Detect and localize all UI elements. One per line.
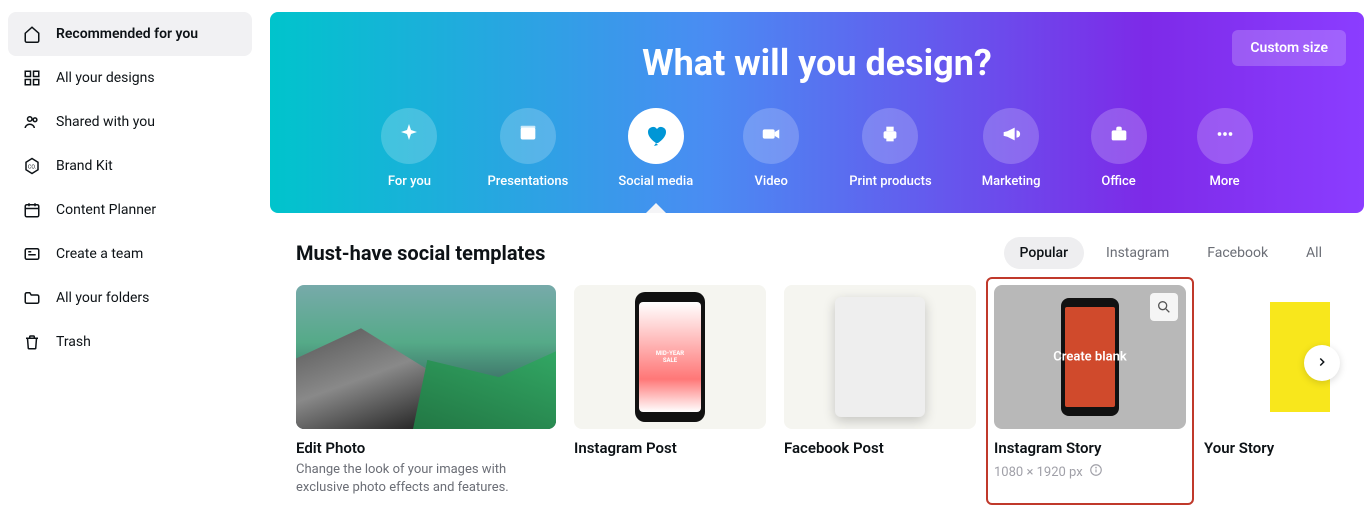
sidebar-item-designs[interactable]: All your designs <box>8 56 252 100</box>
category-label: Marketing <box>982 174 1041 189</box>
template-thumbnail <box>784 285 976 429</box>
people-icon <box>22 112 42 132</box>
video-icon <box>760 123 782 149</box>
template-thumbnail: MID-YEARSALE <box>574 285 766 429</box>
category-label: Social media <box>618 174 693 189</box>
template-thumbnail <box>296 285 556 429</box>
template-instagram-post[interactable]: MID-YEARSALE Instagram Post <box>574 285 766 497</box>
category-marketing[interactable]: Marketing <box>982 108 1041 189</box>
sidebar-item-label: Recommended for you <box>56 26 198 42</box>
grid-icon <box>22 68 42 88</box>
template-title: Instagram Post <box>574 439 766 457</box>
templates-row: Edit Photo Change the look of your image… <box>296 285 1338 497</box>
sidebar-item-planner[interactable]: Content Planner <box>8 188 252 232</box>
main-content: Custom size What will you design? For yo… <box>260 0 1364 511</box>
category-label: For you <box>388 174 431 189</box>
briefcase-icon <box>1108 123 1130 149</box>
template-subtitle: Change the look of your images with excl… <box>296 461 556 497</box>
category-label: More <box>1209 174 1239 189</box>
info-icon[interactable] <box>1089 463 1103 481</box>
template-edit-photo[interactable]: Edit Photo Change the look of your image… <box>296 285 556 497</box>
filter-facebook[interactable]: Facebook <box>1191 237 1284 269</box>
team-icon <box>22 244 42 264</box>
sidebar-item-label: Trash <box>56 334 91 350</box>
sidebar-item-shared[interactable]: Shared with you <box>8 100 252 144</box>
template-thumbnail: Create blank <box>994 285 1186 429</box>
brand-icon: CO. <box>22 156 42 176</box>
custom-size-button[interactable]: Custom size <box>1232 30 1346 66</box>
print-icon <box>879 123 901 149</box>
sidebar-item-label: Brand Kit <box>56 158 113 174</box>
template-title: Edit Photo <box>296 439 556 457</box>
sidebar-item-team[interactable]: Create a team <box>8 232 252 276</box>
sidebar-item-brandkit[interactable]: CO. Brand Kit <box>8 144 252 188</box>
section-title: Must-have social templates <box>296 241 545 265</box>
template-thumbnail <box>1204 285 1364 429</box>
create-blank-label: Create blank <box>1053 350 1126 365</box>
category-print[interactable]: Print products <box>849 108 931 189</box>
megaphone-icon <box>1000 123 1022 149</box>
category-more[interactable]: More <box>1197 108 1253 189</box>
sidebar: Recommended for you All your designs Sha… <box>0 0 260 511</box>
category-social-media[interactable]: Social media <box>618 108 693 189</box>
next-arrow-button[interactable] <box>1304 345 1340 381</box>
chevron-right-icon <box>1315 354 1329 373</box>
category-label: Print products <box>849 174 931 189</box>
filter-instagram[interactable]: Instagram <box>1090 237 1185 269</box>
template-title: Your Story <box>1204 439 1364 457</box>
template-title: Facebook Post <box>784 439 976 457</box>
sidebar-item-label: Content Planner <box>56 202 156 218</box>
zoom-icon[interactable] <box>1150 293 1178 321</box>
heart-icon <box>644 122 668 150</box>
hero-banner: Custom size What will you design? For yo… <box>270 12 1364 213</box>
sidebar-item-trash[interactable]: Trash <box>8 320 252 364</box>
home-icon <box>22 24 42 44</box>
filter-tabs: Popular Instagram Facebook All <box>1004 237 1338 269</box>
template-instagram-story[interactable]: Create blank Instagram Story 1080 × 1920… <box>994 285 1186 481</box>
category-label: Office <box>1101 174 1135 189</box>
category-label: Video <box>755 174 788 189</box>
templates-section: Must-have social templates Popular Insta… <box>270 213 1364 497</box>
template-dimensions: 1080 × 1920 px <box>994 463 1186 481</box>
hero-title: What will you design? <box>310 42 1324 84</box>
calendar-icon <box>22 200 42 220</box>
template-title: Instagram Story <box>994 439 1186 457</box>
dots-icon <box>1214 123 1236 149</box>
sidebar-item-label: Shared with you <box>56 114 155 130</box>
sparkle-icon <box>397 122 421 150</box>
sidebar-item-label: All your designs <box>56 70 155 86</box>
highlighted-template: Create blank Instagram Story 1080 × 1920… <box>986 277 1194 505</box>
sidebar-item-folders[interactable]: All your folders <box>8 276 252 320</box>
filter-all[interactable]: All <box>1290 237 1338 269</box>
category-presentations[interactable]: Presentations <box>487 108 568 189</box>
category-office[interactable]: Office <box>1091 108 1147 189</box>
sidebar-item-recommended[interactable]: Recommended for you <box>8 12 252 56</box>
trash-icon <box>22 332 42 352</box>
category-for-you[interactable]: For you <box>381 108 437 189</box>
template-facebook-post[interactable]: Facebook Post <box>784 285 976 497</box>
svg-text:CO.: CO. <box>28 164 36 170</box>
filter-popular[interactable]: Popular <box>1004 237 1085 269</box>
category-video[interactable]: Video <box>743 108 799 189</box>
category-label: Presentations <box>487 174 568 189</box>
presentation-icon <box>517 123 539 149</box>
folder-icon <box>22 288 42 308</box>
sidebar-item-label: All your folders <box>56 290 149 306</box>
sidebar-item-label: Create a team <box>56 246 143 262</box>
template-your-story[interactable]: Your Story <box>1204 285 1364 497</box>
category-row: For you Presentations Social media Video… <box>310 108 1324 189</box>
